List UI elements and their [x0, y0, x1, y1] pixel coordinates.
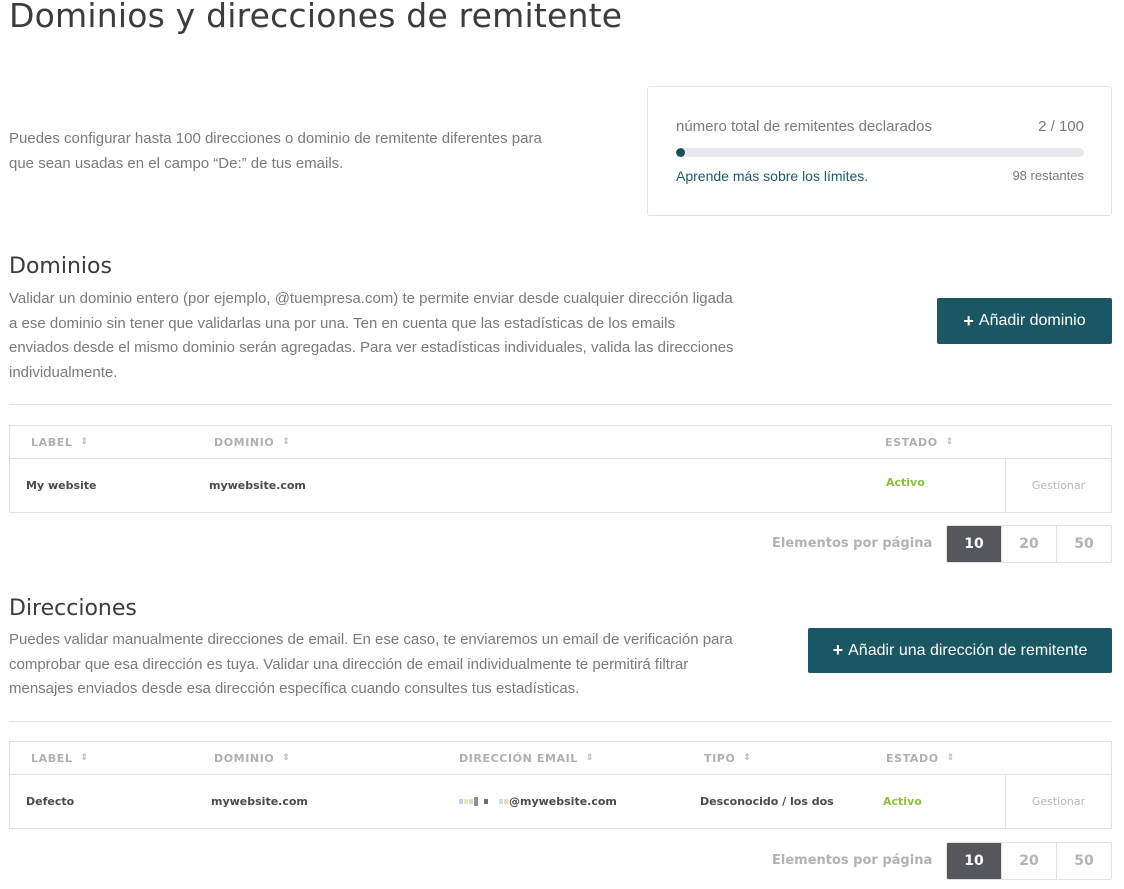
redacted-email-local-part — [459, 797, 508, 806]
addresses-divider — [9, 721, 1112, 722]
row-email: @mywebsite.com — [459, 775, 617, 828]
limits-label: número total de remitentes declarados — [676, 118, 932, 135]
row-label: My website — [26, 479, 97, 492]
column-header-label[interactable]: LABEL ⇕ — [31, 742, 89, 774]
add-domain-button[interactable]: + Añadir dominio — [937, 298, 1112, 344]
row-domain: mywebsite.com — [211, 795, 308, 808]
addresses-per-page-label: Elementos por página — [772, 853, 933, 868]
limits-progress-bar — [676, 148, 1084, 157]
domains-divider — [9, 404, 1112, 405]
table-row: My website mywebsite.com Activo Gestiona… — [10, 459, 1111, 512]
page-title: Dominios y direcciones de remitente — [9, 0, 623, 35]
addresses-section-title: Direcciones — [9, 596, 137, 621]
manage-address-button[interactable]: Gestionar — [1005, 775, 1111, 828]
column-header-domain[interactable]: DOMINIO ⇕ — [214, 742, 291, 774]
page-size-20[interactable]: 20 — [1001, 526, 1056, 562]
page-size-50[interactable]: 50 — [1056, 843, 1111, 879]
domains-table: LABEL ⇕ DOMINIO ⇕ ESTADO ⇕ My website myweb… — [9, 425, 1112, 513]
intro-text: Puedes configurar hasta 100 direcciones … — [9, 130, 542, 172]
column-header-status[interactable]: ESTADO ⇕ — [886, 742, 955, 774]
limits-count: 2 / 100 — [1038, 118, 1084, 135]
limits-remaining: 98 restantes — [1012, 168, 1084, 183]
page-size-10[interactable]: 10 — [947, 526, 1001, 562]
sort-icon: ⇕ — [80, 437, 89, 447]
sort-icon: ⇕ — [946, 753, 955, 763]
plus-icon: + — [963, 310, 974, 331]
addresses-description: Puedes validar manualmente direcciones d… — [9, 631, 733, 697]
domains-per-page-selector: 10 20 50 — [946, 525, 1112, 563]
column-header-label[interactable]: LABEL ⇕ — [31, 426, 89, 458]
addresses-per-page-selector: 10 20 50 — [946, 842, 1112, 880]
limits-learn-more-link[interactable]: Aprende más sobre los límites. — [676, 168, 868, 184]
status-badge: Activo — [883, 795, 922, 808]
page-size-10[interactable]: 10 — [947, 843, 1001, 879]
row-type: Desconocido / los dos — [700, 795, 834, 808]
column-header-status[interactable]: ESTADO ⇕ — [885, 426, 954, 458]
add-sender-address-label: Añadir una dirección de remitente — [848, 641, 1088, 659]
sort-icon: ⇕ — [743, 753, 752, 763]
add-sender-address-button[interactable]: + Añadir una dirección de remitente — [808, 628, 1112, 673]
column-header-domain[interactable]: DOMINIO ⇕ — [214, 426, 291, 458]
addresses-table: LABEL ⇕ DOMINIO ⇕ DIRECCIÓN EMAIL ⇕ TIPO ⇕ E… — [9, 741, 1112, 829]
row-domain: mywebsite.com — [209, 479, 306, 492]
limits-progress-fill — [676, 148, 685, 157]
add-domain-label: Añadir dominio — [978, 312, 1086, 329]
page-size-20[interactable]: 20 — [1001, 843, 1056, 879]
column-header-email[interactable]: DIRECCIÓN EMAIL ⇕ — [459, 742, 594, 774]
sort-icon: ⇕ — [585, 753, 595, 763]
domains-per-page-label: Elementos por página — [772, 536, 933, 551]
plus-icon: + — [832, 640, 844, 660]
domains-section-title: Dominios — [9, 254, 112, 279]
addresses-table-header: LABEL ⇕ DOMINIO ⇕ DIRECCIÓN EMAIL ⇕ TIPO ⇕ E… — [10, 742, 1111, 775]
sort-icon: ⇕ — [282, 753, 291, 763]
column-header-type[interactable]: TIPO ⇕ — [704, 742, 752, 774]
table-row: Defecto mywebsite.com @mywebsite.com Des… — [10, 775, 1111, 828]
manage-domain-button[interactable]: Gestionar — [1005, 459, 1111, 512]
row-email-domain: @mywebsite.com — [509, 795, 617, 808]
sort-icon: ⇕ — [80, 753, 89, 763]
domains-table-header: LABEL ⇕ DOMINIO ⇕ ESTADO ⇕ — [10, 426, 1111, 459]
sender-limits-card: número total de remitentes declarados 2 … — [647, 86, 1112, 216]
status-badge: Activo — [886, 476, 925, 489]
sort-icon: ⇕ — [945, 437, 954, 447]
domains-description: Validar un dominio entero (por ejemplo, … — [9, 290, 734, 381]
sort-icon: ⇕ — [282, 437, 291, 447]
row-label: Defecto — [26, 795, 75, 808]
page-size-50[interactable]: 50 — [1056, 526, 1111, 562]
